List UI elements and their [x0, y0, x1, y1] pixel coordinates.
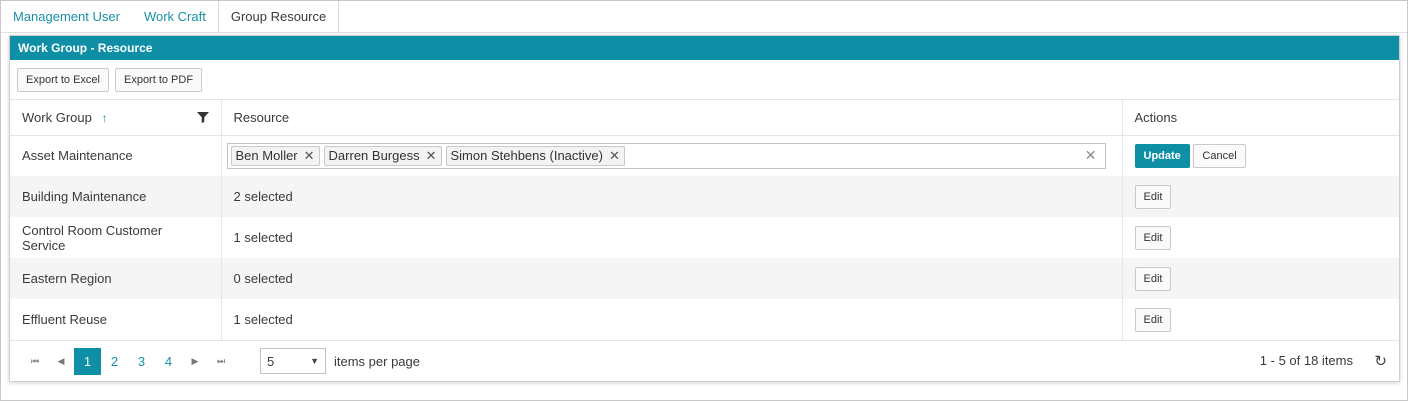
- tab-bar: Management User Work Craft Group Resourc…: [1, 1, 340, 33]
- items-per-page-label: items per page: [334, 353, 420, 369]
- resource-chip-label: Ben Moller: [235, 148, 298, 164]
- work-group-cell: Asset Maintenance: [10, 135, 222, 176]
- next-page-icon[interactable]: ▶: [182, 348, 208, 374]
- resource-chip: Darren Burgess ✕: [323, 145, 442, 166]
- export-excel-button[interactable]: Export to Excel: [17, 68, 109, 92]
- update-button[interactable]: Update: [1134, 143, 1190, 168]
- resource-cell: 1 selected: [221, 299, 1123, 340]
- resource-cell: 1 selected: [221, 217, 1123, 258]
- page-button-4[interactable]: 4: [155, 348, 182, 375]
- table-row: Asset Maintenance Ben Moller ✕ Darren Bu…: [10, 135, 1399, 176]
- resource-chip-label: Darren Burgess: [328, 148, 420, 164]
- resource-chip: Simon Stehbens (Inactive) ✕: [445, 145, 625, 166]
- filter-icon[interactable]: [196, 111, 209, 124]
- edit-button[interactable]: Edit: [1134, 225, 1172, 250]
- pager-info: 1 - 5 of 18 items: [1259, 353, 1353, 368]
- resource-multiselect[interactable]: Ben Moller ✕ Darren Burgess ✕ Simon Steh…: [226, 142, 1106, 169]
- tab-divider: [1, 32, 1407, 33]
- table-row: Eastern Region 0 selected Edit: [10, 258, 1399, 299]
- window: Management User Work Craft Group Resourc…: [0, 0, 1408, 401]
- resource-header: Resource: [221, 100, 1123, 136]
- table-row: Building Maintenance 2 selected Edit: [10, 176, 1399, 217]
- actions-cell: Edit: [1122, 258, 1399, 299]
- page-button-3[interactable]: 3: [128, 348, 155, 375]
- refresh-icon[interactable]: ↻: [1374, 352, 1387, 370]
- pagination-bar: ⏮ ◀ 1 2 3 4 ▶ ⏭ 5 ▼ items per page 1 - 5…: [10, 340, 1399, 381]
- table-row: Effluent Reuse 1 selected Edit: [10, 299, 1399, 340]
- page-button-2[interactable]: 2: [101, 348, 128, 375]
- edit-button[interactable]: Edit: [1134, 266, 1172, 291]
- grid-toolbar: Export to Excel Export to PDF: [10, 60, 1399, 100]
- panel-title: Work Group - Resource: [10, 36, 1399, 60]
- actions-cell: Edit: [1122, 217, 1399, 258]
- work-group-header[interactable]: Work Group ↑: [10, 100, 222, 136]
- work-group-cell: Effluent Reuse: [10, 299, 222, 340]
- table-row: Control Room Customer Service 1 selected…: [10, 217, 1399, 258]
- page-button-1[interactable]: 1: [74, 347, 101, 375]
- page-size-select[interactable]: 5 ▼: [260, 348, 326, 374]
- remove-chip-icon[interactable]: ✕: [426, 148, 437, 164]
- resource-chip: Ben Moller ✕: [230, 145, 320, 166]
- edit-button[interactable]: Edit: [1134, 307, 1172, 332]
- tab-work-craft[interactable]: Work Craft: [132, 1, 218, 33]
- sort-ascending-icon[interactable]: ↑: [101, 111, 107, 125]
- tab-management-user[interactable]: Management User: [1, 1, 132, 33]
- remove-chip-icon[interactable]: ✕: [304, 148, 315, 164]
- tab-group-resource[interactable]: Group Resource: [217, 1, 340, 33]
- actions-cell: Edit: [1122, 299, 1399, 340]
- remove-chip-icon[interactable]: ✕: [609, 148, 620, 164]
- resource-chip-label: Simon Stehbens (Inactive): [450, 148, 603, 164]
- clear-icon[interactable]: ✕: [1085, 147, 1097, 164]
- work-group-cell: Eastern Region: [10, 258, 222, 299]
- actions-header: Actions: [1122, 100, 1399, 136]
- actions-cell: Update Cancel: [1122, 135, 1399, 176]
- work-group-cell: Building Maintenance: [10, 176, 222, 217]
- resource-cell: 2 selected: [221, 176, 1123, 217]
- work-group-resource-panel: Work Group - Resource Export to Excel Ex…: [9, 35, 1400, 382]
- edit-button[interactable]: Edit: [1134, 184, 1172, 209]
- work-group-cell: Control Room Customer Service: [10, 217, 222, 258]
- export-pdf-button[interactable]: Export to PDF: [114, 68, 203, 92]
- last-page-icon[interactable]: ⏭: [208, 348, 234, 374]
- work-group-header-label: Work Group: [22, 109, 92, 125]
- grid-header-row: Work Group ↑ Resource Actions: [10, 100, 1399, 136]
- page-size-value: 5: [267, 353, 275, 369]
- resource-grid: Work Group ↑ Resource Actions Asset Main…: [10, 100, 1399, 340]
- first-page-icon[interactable]: ⏮: [22, 348, 48, 374]
- dropdown-caret-icon: ▼: [310, 356, 319, 366]
- actions-cell: Edit: [1122, 176, 1399, 217]
- resource-cell: 0 selected: [221, 258, 1123, 299]
- previous-page-icon[interactable]: ◀: [48, 348, 74, 374]
- cancel-button[interactable]: Cancel: [1193, 143, 1246, 168]
- resource-cell: Ben Moller ✕ Darren Burgess ✕ Simon Steh…: [221, 135, 1123, 176]
